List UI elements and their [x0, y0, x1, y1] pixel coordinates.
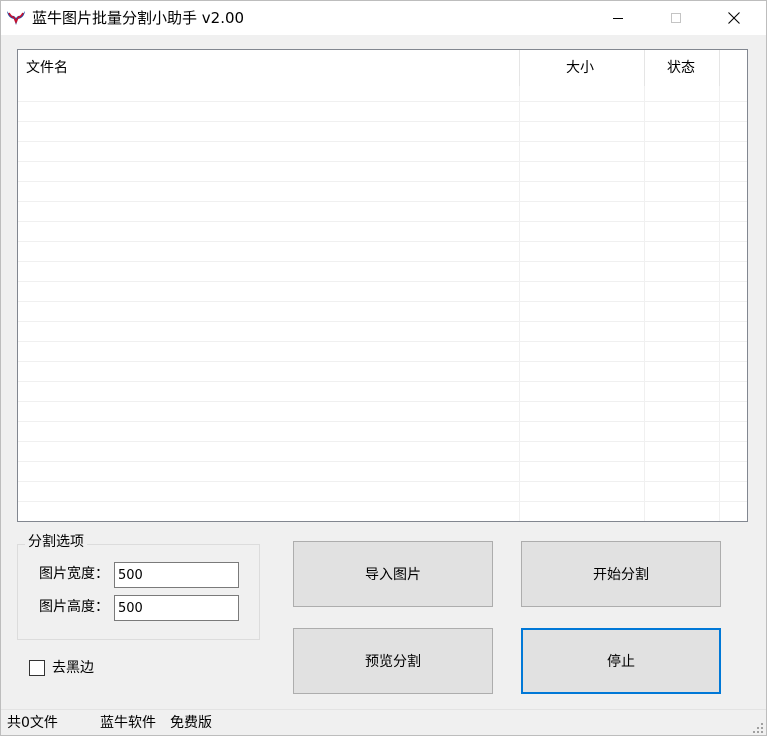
- grid-line: [18, 221, 747, 222]
- grid-line: [644, 86, 645, 521]
- grid-line: [18, 161, 747, 162]
- image-width-input[interactable]: [114, 562, 239, 588]
- remove-black-border-checkbox[interactable]: [29, 660, 45, 676]
- minimize-icon: [613, 18, 623, 19]
- grid-line: [519, 86, 520, 521]
- edition-status: 免费版: [170, 715, 212, 731]
- column-divider[interactable]: [644, 50, 645, 86]
- preview-split-button[interactable]: 预览分割: [293, 628, 493, 694]
- file-count-status: 共0文件: [7, 715, 58, 731]
- column-header-size[interactable]: 大小: [566, 50, 594, 86]
- grid-line: [18, 241, 747, 242]
- maximize-icon: [671, 13, 681, 23]
- grid-line: [18, 461, 747, 462]
- grid-line: [18, 321, 747, 322]
- grid-line: [18, 101, 747, 102]
- grid-line: [18, 121, 747, 122]
- image-height-input[interactable]: [114, 595, 239, 621]
- brand-status: 蓝牛软件: [100, 715, 156, 731]
- column-divider[interactable]: [719, 50, 720, 86]
- grid-line: [18, 261, 747, 262]
- window-title: 蓝牛图片批量分割小助手 v2.00: [32, 9, 245, 27]
- grid-line: [18, 181, 747, 182]
- bull-logo-icon: [6, 9, 26, 27]
- resize-grip-icon[interactable]: [752, 722, 764, 734]
- close-icon: [728, 12, 740, 24]
- file-list[interactable]: 文件名 大小 状态: [17, 49, 748, 522]
- grid-line: [18, 281, 747, 282]
- stop-button[interactable]: 停止: [521, 628, 721, 694]
- image-height-label: 图片高度：: [39, 599, 109, 615]
- grid-line: [18, 441, 747, 442]
- image-width-label: 图片宽度：: [39, 566, 109, 582]
- remove-black-border-label[interactable]: 去黑边: [52, 658, 94, 678]
- grid-line: [18, 141, 747, 142]
- split-options-group: [17, 544, 260, 640]
- app-window: 蓝牛图片批量分割小助手 v2.00 文件名 大小 状态 分割选项 图片宽度： 5…: [0, 0, 767, 736]
- maximize-button[interactable]: [647, 1, 705, 35]
- grid-line: [18, 341, 747, 342]
- split-options-title: 分割选项: [25, 532, 87, 552]
- grid-line: [18, 201, 747, 202]
- grid-line: [719, 86, 720, 521]
- grid-line: [18, 381, 747, 382]
- title-bar[interactable]: 蓝牛图片批量分割小助手 v2.00: [1, 1, 766, 35]
- grid-line: [18, 301, 747, 302]
- column-header-filename[interactable]: 文件名: [26, 50, 68, 86]
- import-images-button[interactable]: 导入图片: [293, 541, 493, 607]
- column-header-status[interactable]: 状态: [667, 50, 695, 86]
- close-button[interactable]: [705, 1, 763, 35]
- start-split-button[interactable]: 开始分割: [521, 541, 721, 607]
- grid-line: [18, 501, 747, 502]
- column-divider[interactable]: [519, 50, 520, 86]
- status-bar: 共0文件 蓝牛软件 免费版: [1, 709, 766, 735]
- file-list-header: 文件名 大小 状态: [18, 50, 747, 86]
- grid-line: [18, 361, 747, 362]
- grid-line: [18, 421, 747, 422]
- minimize-button[interactable]: [589, 1, 647, 35]
- grid-line: [18, 401, 747, 402]
- grid-line: [18, 481, 747, 482]
